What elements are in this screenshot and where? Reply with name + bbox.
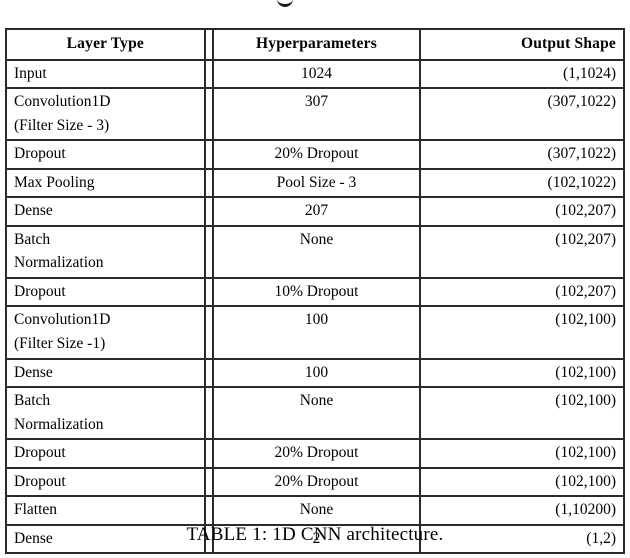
table-row: Dense 100 (102,100) xyxy=(5,357,625,387)
column-divider-spacer xyxy=(205,276,214,306)
cell-hyperparameters: 20% Dropout xyxy=(213,139,422,168)
table-row: Convolution1D (Filter Size - 3) 307 (307,10… xyxy=(5,87,625,140)
cell-output-shape: (102,100) xyxy=(421,305,625,358)
cell-output-shape: (307,1022) xyxy=(421,87,625,140)
cell-hyperparameters: 20% Dropout xyxy=(213,438,422,467)
cell-hyperparameters: 1024 xyxy=(213,58,422,88)
layer-type-line-1: Flatten xyxy=(14,501,58,519)
cell-hyperparameters: 307 xyxy=(213,87,422,140)
layer-type-line-1: Batch xyxy=(14,230,51,248)
layer-type-line-1: Dropout xyxy=(14,444,66,462)
cell-hyperparameters: Pool Size - 3 xyxy=(213,167,422,197)
table-row: Max Pooling Pool Size - 3 (102,1022) xyxy=(5,167,625,197)
column-divider-spacer xyxy=(205,224,214,277)
cell-output-shape: (102,207) xyxy=(421,224,625,277)
layer-type-line-1: Convolution1D xyxy=(14,311,111,329)
table-header-row: Layer Type Hyperparameters Output Shape xyxy=(5,28,625,59)
column-divider-spacer xyxy=(205,495,214,524)
cell-hyperparameters: 20% Dropout xyxy=(213,466,422,496)
column-divider-spacer xyxy=(205,438,214,467)
cell-layer-type: Max Pooling xyxy=(5,167,206,197)
column-divider-spacer xyxy=(205,28,214,59)
table-container: Layer Type Hyperparameters Output Shape … xyxy=(5,28,625,555)
table-row: Dropout 10% Dropout (102,207) xyxy=(5,276,625,306)
cell-layer-type: Convolution1D (Filter Size -1) xyxy=(5,305,206,358)
cell-output-shape: (102,100) xyxy=(421,438,625,467)
column-header-layer-type: Layer Type xyxy=(5,28,206,59)
cell-hyperparameters: None xyxy=(213,224,422,277)
cell-layer-type: Dropout xyxy=(5,438,206,467)
layer-type-line-1: Dense xyxy=(14,363,53,381)
cell-hyperparameters: 100 xyxy=(213,305,422,358)
clipped-glyph-fragment xyxy=(277,0,293,7)
table-header: Layer Type Hyperparameters Output Shape xyxy=(5,28,625,59)
layer-type-line-1: Batch xyxy=(14,392,51,410)
column-divider-spacer xyxy=(205,305,214,358)
table-row: Batch Normalization None (102,207) xyxy=(5,224,625,277)
column-header-output-shape: Output Shape xyxy=(421,28,625,59)
column-header-hyperparameters: Hyperparameters xyxy=(213,28,422,59)
cell-layer-type: Dropout xyxy=(5,466,206,496)
cell-output-shape: (102,207) xyxy=(421,276,625,306)
cell-hyperparameters: None xyxy=(213,386,422,439)
column-divider-spacer xyxy=(205,466,214,496)
cell-output-shape: (102,1022) xyxy=(421,167,625,197)
cell-layer-type: Dense xyxy=(5,357,206,387)
column-divider-spacer xyxy=(205,87,214,140)
cell-layer-type: Dropout xyxy=(5,139,206,168)
cell-hyperparameters: 100 xyxy=(213,357,422,387)
table-row: Input 1024 (1,1024) xyxy=(5,58,625,88)
layer-type-line-1: Input xyxy=(14,64,47,82)
cell-layer-type: Input xyxy=(5,58,206,88)
layer-type-line-2: Normalization xyxy=(14,254,104,272)
layer-type-line-1: Dropout xyxy=(14,472,66,490)
layer-type-line-2: (Filter Size -1) xyxy=(14,335,106,353)
layer-type-line-1: Dropout xyxy=(14,145,66,163)
layer-type-line-1: Dropout xyxy=(14,282,66,300)
table-row: Batch Normalization None (102,100) xyxy=(5,386,625,439)
layer-type-line-1: Convolution1D xyxy=(14,93,111,111)
table-row: Flatten None (1,10200) xyxy=(5,495,625,524)
cell-layer-type: Batch Normalization xyxy=(5,224,206,277)
column-divider-spacer xyxy=(205,357,214,387)
cell-layer-type: Batch Normalization xyxy=(5,386,206,439)
table-body: Input 1024 (1,1024) Convolution1D (Filter Si… xyxy=(5,58,625,555)
cell-output-shape: (307,1022) xyxy=(421,139,625,168)
cnn-architecture-table: Layer Type Hyperparameters Output Shape … xyxy=(5,28,625,555)
cell-output-shape: (1,1024) xyxy=(421,58,625,88)
cell-layer-type: Convolution1D (Filter Size - 3) xyxy=(5,87,206,140)
cell-output-shape: (1,10200) xyxy=(421,495,625,524)
table-row: Dropout 20% Dropout (102,100) xyxy=(5,438,625,467)
cell-hyperparameters: None xyxy=(213,495,422,524)
column-divider-spacer xyxy=(205,167,214,197)
table-row: Dropout 20% Dropout (307,1022) xyxy=(5,139,625,168)
layer-type-line-2: (Filter Size - 3) xyxy=(14,116,110,134)
cell-output-shape: (102,100) xyxy=(421,386,625,439)
cell-output-shape: (102,100) xyxy=(421,357,625,387)
cell-output-shape: (102,100) xyxy=(421,466,625,496)
table-row: Convolution1D (Filter Size -1) 100 (102,100… xyxy=(5,305,625,358)
cell-layer-type: Dense xyxy=(5,196,206,225)
layer-type-line-1: Max Pooling xyxy=(14,173,95,191)
column-divider-spacer xyxy=(205,139,214,168)
layer-type-line-2: Normalization xyxy=(14,415,104,433)
column-divider-spacer xyxy=(205,58,214,88)
layer-type-line-1: Dense xyxy=(14,202,53,220)
cell-layer-type: Dropout xyxy=(5,276,206,306)
cell-hyperparameters: 207 xyxy=(213,196,422,225)
column-divider-spacer xyxy=(205,196,214,225)
cell-hyperparameters: 10% Dropout xyxy=(213,276,422,306)
table-row: Dense 207 (102,207) xyxy=(5,196,625,225)
cell-layer-type: Flatten xyxy=(5,495,206,524)
table-row: Dropout 20% Dropout (102,100) xyxy=(5,466,625,496)
table-caption: TABLE 1: 1D CNN architecture. xyxy=(186,524,444,545)
cell-output-shape: (102,207) xyxy=(421,196,625,225)
column-divider-spacer xyxy=(205,386,214,439)
